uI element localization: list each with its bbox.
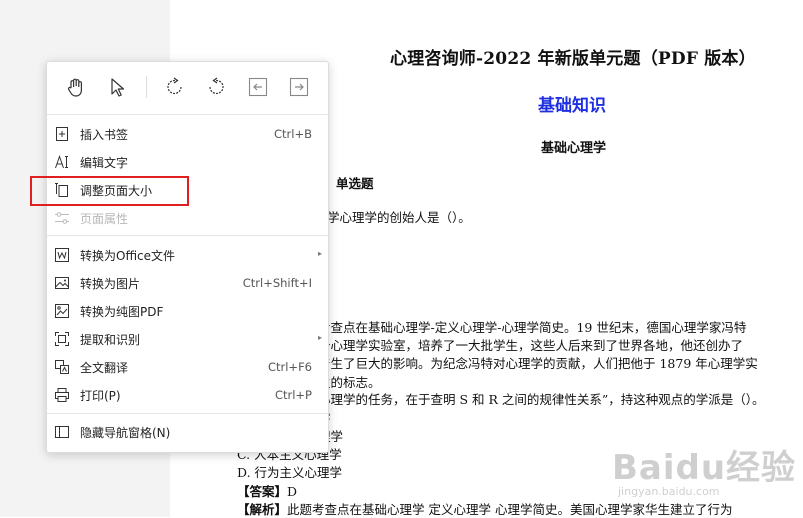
menu-divider bbox=[47, 235, 328, 236]
print-icon bbox=[54, 387, 70, 403]
menu-divider bbox=[47, 114, 328, 115]
convert-image-icon bbox=[54, 275, 70, 291]
menu-item-label: 转换为Office文件 bbox=[80, 249, 176, 263]
menu-item-hide-nav-pane[interactable]: 隐藏导航窗格(N) bbox=[47, 420, 328, 444]
submenu-arrow-icon: ▸ bbox=[317, 249, 322, 258]
menu-divider bbox=[47, 413, 328, 414]
question-line: 心理学的任务，在于查明 S 和 R 之间的规律性关系”，持这种观点的学派是（）。 bbox=[318, 392, 765, 407]
watermark-brand: Baidu经验 bbox=[612, 448, 797, 488]
hide-nav-pane-icon bbox=[54, 424, 70, 440]
context-menu: 插入书签 Ctrl+B 编辑文字 调整页面大小 页面属性 转换为Office文件… bbox=[46, 61, 329, 453]
menu-item-insert-bookmark[interactable]: 插入书签 Ctrl+B bbox=[47, 122, 328, 146]
menu-item-label: 打印(P) bbox=[80, 389, 121, 403]
context-menu-toolbar bbox=[47, 62, 328, 114]
menu-item-label: 隐藏导航窗格(N) bbox=[80, 426, 171, 440]
menu-item-label: 提取和识别 bbox=[80, 333, 141, 347]
menu-item-label: 转换为纯图PDF bbox=[80, 305, 164, 319]
explanation-line: 产生了巨大的影响。为纪念冯特对心理学的贡献，人们把他于 1879 年心理学实 bbox=[318, 356, 758, 371]
menu-item-shortcut: Ctrl+B bbox=[274, 127, 312, 141]
menu-item-page-properties: 页面属性 bbox=[47, 206, 328, 230]
menu-item-print[interactable]: 打印(P) Ctrl+P bbox=[47, 383, 328, 407]
menu-item-label: 全文翻译 bbox=[80, 361, 129, 375]
menu-item-convert-office[interactable]: 转换为Office文件 ▸ bbox=[47, 243, 328, 267]
menu-item-edit-text[interactable]: 编辑文字 bbox=[47, 150, 328, 174]
subsection-heading: 基础心理学 bbox=[541, 141, 607, 156]
translate-icon bbox=[54, 359, 70, 375]
menu-item-image-pdf[interactable]: 转换为纯图PDF bbox=[47, 299, 328, 323]
bookmark-add-icon bbox=[54, 126, 70, 142]
menu-item-label: 编辑文字 bbox=[80, 156, 129, 170]
menu-item-label: 转换为图片 bbox=[80, 277, 141, 291]
menu-item-shortcut: Ctrl+F6 bbox=[267, 360, 312, 374]
menu-item-convert-image[interactable]: 转换为图片 Ctrl+Shift+I bbox=[47, 271, 328, 295]
menu-item-shortcut: Ctrl+P bbox=[274, 388, 312, 402]
section-heading: 基础知识 bbox=[538, 96, 606, 116]
previous-page-icon[interactable] bbox=[246, 75, 270, 99]
menu-item-shortcut: Ctrl+Shift+I bbox=[242, 276, 312, 290]
page-properties-icon bbox=[54, 210, 70, 226]
edit-text-icon bbox=[54, 154, 70, 170]
watermark: Baidu经验 jingyan.baidu.com bbox=[612, 440, 796, 498]
option-line: D. 行为主义心理学 bbox=[237, 465, 343, 480]
document-title: 心理咨询师-2022 年新版单元题（PDF 版本） bbox=[390, 49, 756, 69]
menu-item-label: 页面属性 bbox=[80, 212, 129, 226]
analysis-line: 【解析】此题考查点在基础心理学 定义心理学 心理学简史。美国心理学家华生建立了行… bbox=[237, 502, 733, 517]
rotate-counterclockwise-icon[interactable] bbox=[204, 75, 228, 99]
select-cursor-icon[interactable] bbox=[106, 75, 130, 99]
convert-office-icon bbox=[54, 247, 70, 263]
answer-line: 【答案】D bbox=[237, 484, 298, 499]
rotate-clockwise-icon[interactable] bbox=[163, 75, 187, 99]
menu-item-translate[interactable]: 全文翻译 Ctrl+F6 bbox=[47, 355, 328, 379]
next-page-icon[interactable] bbox=[287, 75, 311, 99]
image-pdf-icon bbox=[54, 303, 70, 319]
explanation-line: 个心理学实验室，培养了一大批学生，这些人后来到了世界各地，他还创办了 bbox=[318, 338, 744, 353]
question-line: 学心理学的创始人是（）。 bbox=[327, 210, 471, 225]
hand-tool-icon[interactable] bbox=[64, 75, 88, 99]
toolbar-divider bbox=[146, 76, 147, 98]
menu-item-extract-recognize[interactable]: 提取和识别 ▸ bbox=[47, 327, 328, 351]
extract-ocr-icon bbox=[54, 331, 70, 347]
highlight-box bbox=[30, 176, 189, 206]
explanation-line: 考查点在基础心理学-定义心理学-心理学简史。19 世纪末，德国心理学家冯特 bbox=[318, 320, 747, 335]
menu-item-label: 插入书签 bbox=[80, 128, 129, 142]
submenu-arrow-icon: ▸ bbox=[317, 333, 322, 342]
